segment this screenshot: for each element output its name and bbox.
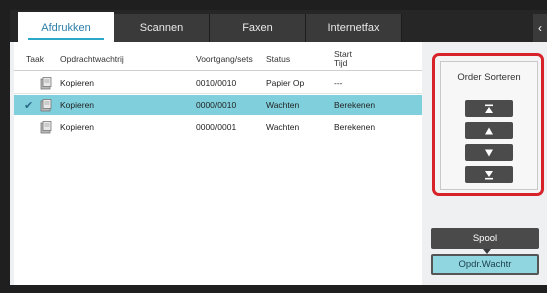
top-frame [0, 0, 547, 10]
header-voortgang: Voortgang/sets [196, 53, 253, 64]
move-up-button[interactable] [465, 122, 513, 139]
table-row[interactable]: Kopieren 0010/0010 Papier Op --- [14, 73, 422, 93]
move-to-bottom-button[interactable] [465, 166, 513, 183]
tab-afdrukken[interactable]: Afdrukken [18, 12, 114, 44]
table-row[interactable]: Kopieren 0000/0001 Wachten Berekenen [14, 117, 422, 137]
chevron-left-icon: ‹ [538, 21, 542, 35]
active-tab-indicator [28, 38, 104, 40]
move-to-bottom-icon [485, 170, 493, 179]
opdr-wachtr-button[interactable]: Opdr.Wachtr [431, 254, 539, 275]
job-status: Wachten [266, 122, 300, 132]
job-status-screen: Afdrukken Scannen Faxen Internetfax ‹ Ta… [0, 0, 547, 293]
spool-label: Spool [472, 233, 498, 244]
header-start-tijd: Start Tijd [334, 48, 352, 70]
job-name: Kopieren [60, 100, 95, 110]
job-progress: 0000/0010 [196, 100, 237, 110]
job-name: Kopieren [60, 78, 95, 88]
opdr-wachtr-label: Opdr.Wachtr [458, 259, 512, 270]
move-to-top-icon [485, 104, 493, 113]
left-frame [0, 0, 10, 293]
header-taak: Taak [26, 53, 44, 64]
move-down-button[interactable] [465, 144, 513, 161]
copy-job-icon [40, 95, 52, 115]
copy-job-icon [40, 73, 52, 93]
job-list-panel: Taak Opdrachtwachtrij Voortgang/sets Sta… [14, 42, 423, 285]
bottom-frame [0, 285, 547, 293]
table-row-selected[interactable]: ✔ Kopieren 0000/0010 Wachten Berekenen [14, 95, 422, 115]
move-down-icon [485, 149, 493, 156]
tab-internetfax-label: Internetfax [327, 22, 380, 34]
tab-scannen-label: Scannen [139, 22, 184, 34]
job-progress: 0000/0001 [196, 122, 237, 132]
job-start-time: --- [334, 78, 343, 88]
job-name: Kopieren [60, 122, 95, 132]
row-divider [14, 93, 422, 94]
order-sort-panel: Order Sorteren [440, 61, 538, 190]
job-progress: 0010/0010 [196, 78, 237, 88]
tab-internetfax[interactable]: Internetfax [306, 14, 402, 42]
header-tijd: Tijd [334, 58, 348, 68]
back-button[interactable]: ‹ [533, 14, 547, 42]
header-status: Status [266, 53, 291, 64]
job-start-time: Berekenen [334, 100, 376, 110]
tab-bar: Afdrukken Scannen Faxen Internetfax ‹ [10, 10, 547, 44]
tab-faxen[interactable]: Faxen [210, 14, 306, 42]
table-header: Taak Opdrachtwachtrij Voortgang/sets Sta… [14, 48, 422, 71]
tab-faxen-label: Faxen [242, 22, 273, 34]
spool-button[interactable]: Spool [431, 228, 539, 249]
checkmark-icon: ✔ [24, 99, 34, 112]
tab-afdrukken-label: Afdrukken [41, 22, 91, 34]
move-to-top-button[interactable] [465, 100, 513, 117]
job-status: Papier Op [266, 78, 305, 88]
job-status: Wachten [266, 100, 300, 110]
tab-scannen[interactable]: Scannen [114, 14, 210, 42]
order-sort-title: Order Sorteren [457, 72, 521, 83]
copy-job-icon [40, 117, 52, 137]
header-opdrachtwachtrij: Opdrachtwachtrij [60, 53, 124, 64]
order-sort-highlight: Order Sorteren [432, 53, 544, 196]
move-up-icon [485, 127, 493, 134]
job-start-time: Berekenen [334, 122, 376, 132]
